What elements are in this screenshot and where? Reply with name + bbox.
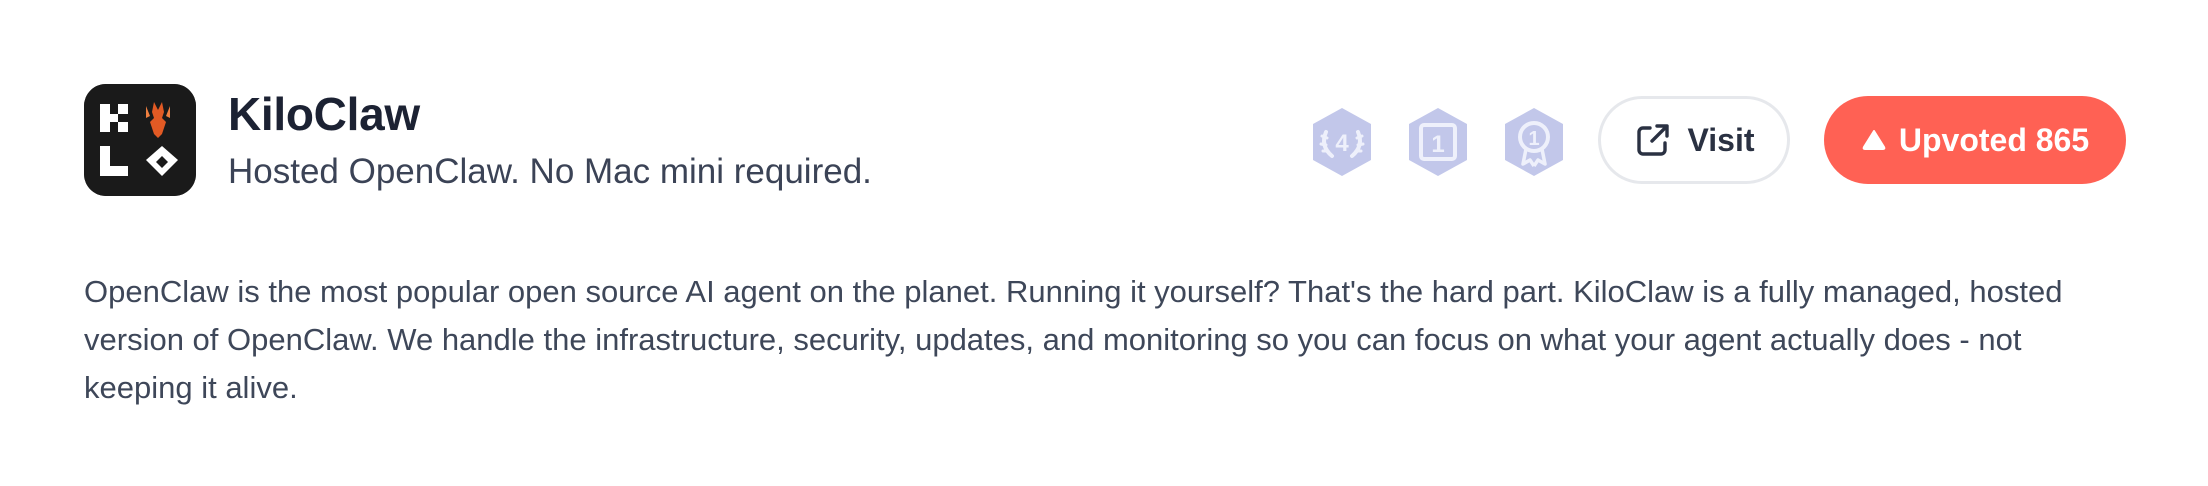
upvote-button[interactable]: Upvoted 865 (1824, 96, 2126, 184)
external-link-icon (1636, 124, 1669, 156)
product-tagline: Hosted OpenClaw. No Mac mini required. (228, 152, 872, 191)
product-header-card: KiloClaw Hosted OpenClaw. No Mac mini re… (0, 0, 2208, 486)
visit-button[interactable]: Visit (1598, 96, 1790, 184)
visit-button-label: Visit (1687, 121, 1755, 158)
day-rank-badge-icon[interactable]: 1 (1402, 106, 1474, 178)
laurel-rank-badge-icon[interactable]: 4 (1306, 106, 1378, 178)
product-description: OpenClaw is the most popular open source… (84, 274, 2063, 405)
laurel-rank-label: 4 (1335, 130, 1349, 157)
product-name[interactable]: KiloClaw (228, 86, 420, 142)
day-rank-label: 1 (1431, 131, 1444, 158)
ribbon-rank-label: 1 (1528, 128, 1539, 150)
upvote-triangle-icon (1862, 130, 1886, 150)
ribbon-rank-badge-icon[interactable]: 1 (1498, 106, 1570, 178)
kiloclaw-logo-icon[interactable] (84, 84, 196, 196)
upvote-count-label: Upvoted 865 (1898, 121, 2090, 158)
